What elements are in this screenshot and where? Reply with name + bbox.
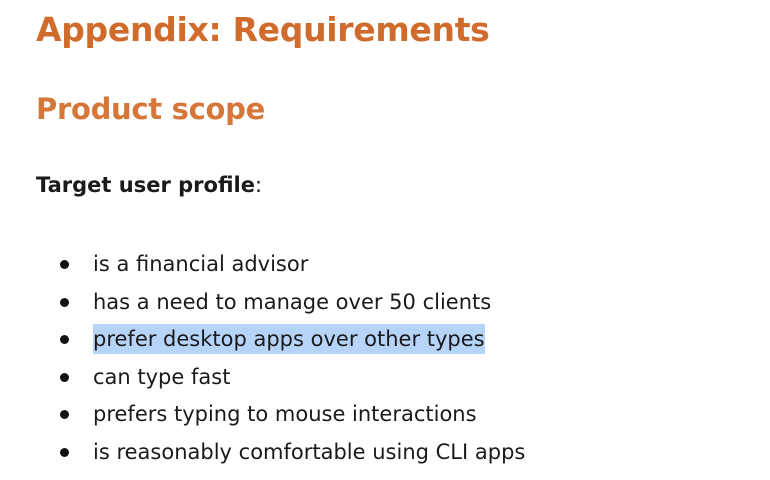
list-item-text[interactable]: prefers typing to mouse interactions bbox=[93, 399, 477, 429]
section-heading: Product scope bbox=[36, 92, 265, 126]
list-item: can type fast bbox=[58, 360, 525, 398]
selected-text-highlight[interactable]: prefer desktop apps over other types bbox=[93, 324, 485, 354]
list-item-text[interactable]: is a financial advisor bbox=[93, 249, 308, 279]
list-item: is reasonably comfortable using CLI apps bbox=[58, 435, 525, 473]
target-user-profile-line: Target user profile: bbox=[36, 173, 262, 197]
requirements-list: is a financial advisor has a need to man… bbox=[58, 247, 525, 472]
list-item: prefer desktop apps over other types bbox=[58, 322, 525, 360]
bullet-icon bbox=[60, 260, 69, 269]
list-item-text[interactable]: is reasonably comfortable using CLI apps bbox=[93, 437, 525, 467]
bullet-icon bbox=[60, 410, 69, 419]
list-item: has a need to manage over 50 clients bbox=[58, 285, 525, 323]
list-item: prefers typing to mouse interactions bbox=[58, 397, 525, 435]
bullet-icon bbox=[60, 335, 69, 344]
page-title: Appendix: Requirements bbox=[36, 10, 490, 49]
profile-label-colon: : bbox=[254, 173, 263, 197]
list-item: is a financial advisor bbox=[58, 247, 525, 285]
bullet-icon bbox=[60, 372, 69, 382]
list-item-text[interactable]: can type fast bbox=[93, 362, 230, 392]
list-item-text[interactable]: has a need to manage over 50 clients bbox=[93, 287, 491, 317]
bullet-icon bbox=[60, 447, 69, 457]
bullet-icon bbox=[60, 297, 69, 307]
target-user-profile-label: Target user profile bbox=[36, 173, 255, 197]
